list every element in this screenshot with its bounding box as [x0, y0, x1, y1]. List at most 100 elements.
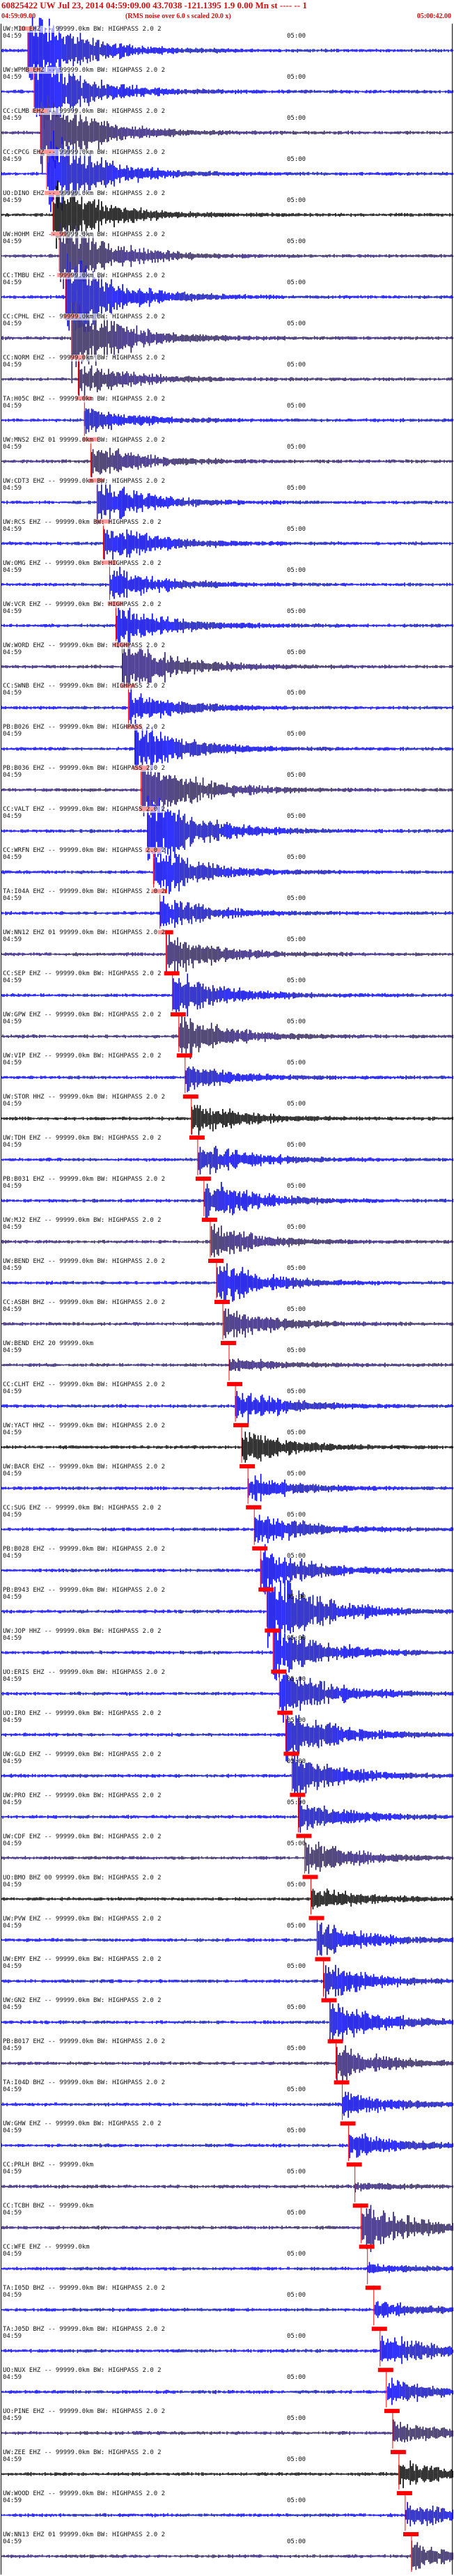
trace-label: UW:JOP HHZ -- 99999.0km BW: HIGHPASS 2.0…	[3, 1627, 162, 1635]
trace-label: UW:STOR HHZ -- 99999.0km BW: HIGHPASS 2.…	[3, 1094, 165, 1101]
trace-24	[1, 1012, 453, 1060]
trace-label: CC:WFE EHZ -- 99999.0km	[3, 2244, 90, 2251]
trace-label: UO:PINE EHZ -- 99999.0km BW: HIGHPASS 2.…	[3, 2408, 165, 2416]
tick-label-left: 04:59	[3, 2168, 22, 2176]
phase-pick-marker	[302, 1875, 318, 1879]
tick-label-left: 04:59	[3, 2292, 22, 2299]
trace-label: UW:GN2 EHZ -- 99999.0km BW: HIGHPASS 2.0…	[3, 1997, 162, 2005]
phase-pick-marker	[396, 2491, 412, 2496]
tick-label-left: 04:59	[3, 196, 22, 204]
tick-label-mid: 05:00	[287, 2086, 306, 2094]
phase-pick-marker	[170, 1012, 186, 1017]
phase-pick-marker	[403, 2532, 418, 2536]
tick-label-mid: 05:00	[287, 1593, 306, 1601]
tick-label-left: 04:59	[3, 155, 22, 163]
waveform	[1, 2501, 453, 2527]
trace-3	[1, 130, 453, 212]
trace-label: UO:IRO EHZ -- 99999.0km BW: HIGHPASS 2.0…	[3, 1709, 162, 1717]
trace-label: UW:VIP EHZ -- 99999.0km BW: HIGHPASS 2.0…	[3, 1053, 162, 1060]
trace-label: UW:GLD EHZ -- 99999.0km BW: HIGHPASS 2.0…	[3, 1751, 162, 1758]
trace-label: PB:B943 EHZ -- 99999.0km BW: HIGHPASS 2.…	[3, 1586, 165, 1594]
waveform	[1, 408, 453, 434]
tick-label-mid: 05:00	[287, 1388, 306, 1395]
phase-pick-marker	[246, 1505, 262, 1510]
tick-label-mid: 05:00	[287, 1922, 306, 1930]
tick-label-mid: 05:00	[287, 1511, 306, 1519]
trace-label: UW:YACT HHZ -- 99999.0km BW: HIGHPASS 2.…	[3, 1422, 165, 1429]
trace-label: UW:TDH EHZ -- 99999.0km BW: HIGHPASS 2.0…	[3, 1135, 162, 1142]
tick-label-mid: 05:00	[287, 320, 306, 327]
waveform	[1, 566, 453, 599]
tick-label-left: 04:59	[3, 854, 22, 862]
trace-label: UW:RCS EHZ -- 99999.0km BW: HIGHPASS 2.0…	[3, 518, 162, 526]
tick-label-left: 04:59	[3, 1840, 22, 1847]
waveform	[1, 1308, 453, 1338]
trace-30	[1, 1259, 453, 1305]
tick-label-left: 04:59	[3, 895, 22, 903]
tick-label-mid: 05:00	[287, 813, 306, 821]
trace-label: UW:EMY EHZ -- 99999.0km BW: HIGHPASS 2.0…	[3, 1956, 162, 1964]
phase-pick-marker	[283, 1751, 299, 1756]
tick-label-left: 04:59	[3, 1183, 22, 1190]
phase-pick-marker	[377, 2368, 393, 2373]
waveform	[1, 973, 453, 1017]
waveform	[1, 2377, 453, 2405]
tick-label-mid: 05:00	[287, 1881, 306, 1888]
trace-11	[1, 478, 453, 525]
tick-label-left: 04:59	[3, 1265, 22, 1273]
tick-label-mid: 05:00	[287, 2127, 306, 2135]
tick-label-left: 04:59	[3, 33, 22, 40]
phase-pick-marker	[258, 1587, 274, 1592]
waveform	[1, 1473, 453, 1502]
tick-label-left: 04:59	[3, 1758, 22, 1765]
tick-label-left: 04:59	[3, 1101, 22, 1108]
tick-label-mid: 05:00	[287, 1142, 306, 1149]
tick-label-left: 04:59	[3, 2251, 22, 2258]
trace-label: UW:ZEE EHZ -- 99999.0km BW: HIGHPASS 2.0…	[3, 2449, 162, 2457]
tick-label-mid: 05:00	[287, 607, 306, 615]
trace-label: UW:HOHM EHZ -- 99999.0km BW: HIGHPASS 2.…	[3, 231, 165, 238]
waveform	[1, 1514, 453, 1544]
waveform	[1, 686, 453, 728]
waveform	[1, 2460, 453, 2488]
tick-label-mid: 05:00	[287, 238, 306, 245]
tick-label-left: 04:59	[3, 2045, 22, 2053]
tick-label-mid: 05:00	[287, 2456, 306, 2464]
waveform	[1, 1263, 453, 1305]
waveform	[1, 2301, 453, 2318]
phase-pick-marker	[240, 1464, 256, 1468]
tick-label-mid: 05:00	[287, 2168, 306, 2176]
tick-label-mid: 05:00	[287, 895, 306, 903]
waveform	[1, 363, 453, 398]
trace-16	[1, 683, 453, 728]
tick-label-mid: 05:00	[287, 33, 306, 40]
phase-pick-marker	[384, 2409, 400, 2414]
waveform	[1, 2182, 453, 2193]
tick-label-left: 04:59	[3, 1881, 22, 1888]
tick-label-left: 04:59	[3, 690, 22, 697]
tick-label-mid: 05:00	[287, 1429, 306, 1436]
tick-label-mid: 05:00	[287, 1758, 306, 1765]
tick-label-left: 04:59	[3, 649, 22, 656]
trace-label: UW:BACR EHZ -- 99999.0km BW: HIGHPASS 2.…	[3, 1463, 165, 1471]
tick-label-mid: 05:00	[287, 690, 306, 697]
waveform-canvas	[1, 17, 453, 2572]
phase-pick-marker	[182, 1094, 198, 1099]
tick-label-left: 04:59	[3, 1306, 22, 1313]
trace-48	[1, 1998, 453, 2044]
phase-pick-marker	[227, 1381, 243, 1386]
waveform	[1, 1797, 453, 1833]
phase-pick-marker	[208, 1259, 224, 1263]
trace-label: CC:TMBU EHZ -- 99999.0km BW: HIGHPASS 2.…	[3, 272, 165, 279]
tick-label-left: 04:59	[3, 1634, 22, 1642]
phase-pick-marker	[290, 1792, 306, 1797]
waveform	[1, 934, 453, 972]
waveform	[1, 643, 453, 687]
trace-label: UW:CDF EHZ -- 99999.0km BW: HIGHPASS 2.0…	[3, 1833, 162, 1840]
trace-label: UW:MIO EHZ -- 99999.0km BW: HIGHPASS 2.0…	[3, 26, 162, 33]
tick-label-mid: 05:00	[287, 484, 306, 492]
tick-label-left: 04:59	[3, 1799, 22, 1806]
trace-label: PB:B036 EHZ -- 99999.0km BW: HIGHPASS 2.…	[3, 765, 165, 773]
tick-label-left: 04:59	[3, 1922, 22, 1930]
tick-label-left: 04:59	[3, 1060, 22, 1067]
